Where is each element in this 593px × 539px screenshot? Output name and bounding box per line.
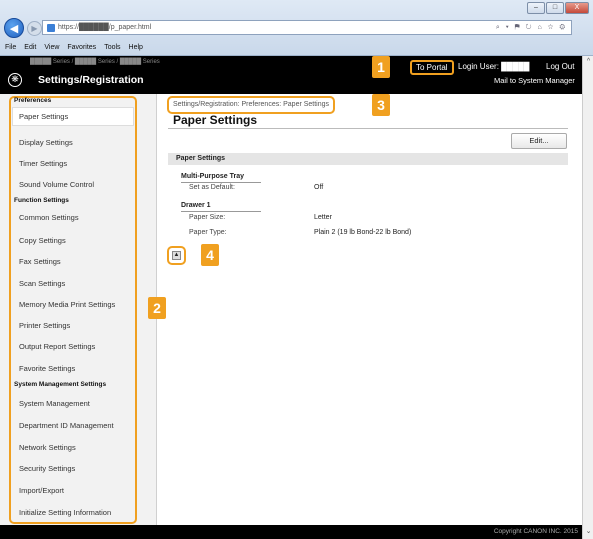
- address-tools[interactable]: ⌕ ▾ ⚑ ↻ ⌂ ☆ ⚙: [496, 24, 567, 32]
- setting-label: Paper Type:: [189, 229, 227, 236]
- group-divider: [181, 182, 261, 183]
- address-bar[interactable]: https://██████/p_paper.html ⌕ ▾ ⚑ ↻ ⌂ ☆ …: [42, 20, 572, 35]
- nav-buttons: ◀ ▶: [4, 18, 42, 38]
- back-arrow-icon[interactable]: ◀: [4, 18, 24, 38]
- footer-left: [0, 525, 157, 539]
- menu-tools[interactable]: Tools: [104, 44, 120, 51]
- settings-logo-icon: ❋: [8, 73, 22, 87]
- page-icon: [47, 23, 55, 32]
- sidebar-heading-system-management: System Management Settings: [14, 381, 107, 388]
- sidebar-item-timer-settings[interactable]: Timer Settings: [19, 159, 67, 168]
- group-divider: [181, 211, 261, 212]
- setting-value: Plain 2 (19 lb Bond-22 lb Bond): [314, 229, 412, 236]
- minimize-button[interactable]: –: [527, 2, 545, 14]
- menu-view[interactable]: View: [44, 44, 59, 51]
- sidebar-heading-function-settings: Function Settings: [14, 197, 69, 204]
- title-divider: [168, 128, 568, 129]
- sidebar-item-output-report[interactable]: Output Report Settings: [19, 342, 95, 351]
- sidebar-item-department-id[interactable]: Department ID Management: [19, 421, 114, 430]
- scroll-down-icon[interactable]: ⌄: [584, 527, 593, 537]
- browser-chrome: – □ X ◀ ▶ https://██████/p_paper.html ⌕ …: [0, 0, 593, 56]
- setting-label: Paper Size:: [189, 214, 226, 221]
- url-text[interactable]: https://██████/p_paper.html: [58, 24, 493, 31]
- breadcrumb[interactable]: Settings/Registration: Preferences: Pape…: [167, 96, 336, 114]
- login-user: Login User: █████: [458, 62, 530, 71]
- window-controls: – □ X: [527, 2, 589, 14]
- menu-file[interactable]: File: [5, 44, 16, 51]
- app-header: █████ Series / █████ Series / █████ Seri…: [0, 56, 582, 94]
- copyright-text: Copyright CANON INC. 2015: [493, 528, 578, 535]
- sidebar-item-sound-volume[interactable]: Sound Volume Control: [19, 180, 94, 189]
- group-multi-purpose-tray: Multi-Purpose Tray: [181, 173, 245, 180]
- sidebar-heading-preferences: Preferences: [14, 97, 52, 104]
- sidebar-item-display-settings[interactable]: Display Settings: [19, 138, 73, 147]
- model-line: █████ Series / █████ Series / █████ Seri…: [30, 59, 160, 65]
- menu-favorites[interactable]: Favorites: [67, 44, 96, 51]
- sidebar-item-favorite-settings[interactable]: Favorite Settings: [19, 364, 75, 373]
- back-to-top-icon[interactable]: ▲: [172, 251, 181, 260]
- sidebar-item-fax-settings[interactable]: Fax Settings: [19, 257, 61, 266]
- sidebar-item-copy-settings[interactable]: Copy Settings: [19, 236, 66, 245]
- scroll-up-icon[interactable]: ^: [584, 58, 593, 68]
- sidebar-item-initialize-settings[interactable]: Initialize Setting Information: [19, 508, 111, 517]
- page-header-title: Settings/Registration: [38, 74, 144, 86]
- callout-badge-3: 3: [372, 94, 390, 116]
- callout-badge-1: 1: [372, 56, 390, 78]
- menu-edit[interactable]: Edit: [24, 44, 36, 51]
- callout-badge-2: 2: [148, 297, 166, 319]
- mail-system-manager-link[interactable]: Mail to System Manager: [494, 76, 575, 85]
- menu-help[interactable]: Help: [129, 44, 143, 51]
- page-title: Paper Settings: [173, 113, 258, 127]
- footer: Copyright CANON INC. 2015: [157, 525, 582, 539]
- menu-bar: File Edit View Favorites Tools Help: [0, 40, 143, 54]
- sidebar-item-network-settings[interactable]: Network Settings: [19, 443, 76, 452]
- sidebar-item-paper-settings[interactable]: Paper Settings: [12, 107, 134, 126]
- sidebar-item-import-export[interactable]: Import/Export: [19, 486, 64, 495]
- close-button[interactable]: X: [565, 2, 589, 14]
- forward-arrow-icon[interactable]: ▶: [27, 20, 42, 36]
- logout-link[interactable]: Log Out: [546, 62, 574, 71]
- maximize-button[interactable]: □: [546, 2, 564, 14]
- callout-badge-4: 4: [201, 244, 219, 266]
- sidebar-item-security-settings[interactable]: Security Settings: [19, 464, 75, 473]
- section-header: Paper Settings: [168, 153, 568, 165]
- edit-button[interactable]: Edit...: [511, 133, 567, 149]
- sidebar-item-system-management[interactable]: System Management: [19, 399, 90, 408]
- group-drawer-1: Drawer 1: [181, 202, 211, 209]
- to-portal-link[interactable]: To Portal: [410, 60, 454, 75]
- setting-label: Set as Default:: [189, 184, 235, 191]
- sidebar-item-memory-media-print[interactable]: Memory Media Print Settings: [19, 300, 115, 309]
- sidebar-item-scan-settings[interactable]: Scan Settings: [19, 279, 65, 288]
- setting-value: Letter: [314, 214, 332, 221]
- setting-value: Off: [314, 184, 324, 191]
- sidebar-item-printer-settings[interactable]: Printer Settings: [19, 321, 70, 330]
- vertical-scrollbar[interactable]: ^ ⌄: [582, 56, 593, 539]
- sidebar-item-common-settings[interactable]: Common Settings: [19, 213, 79, 222]
